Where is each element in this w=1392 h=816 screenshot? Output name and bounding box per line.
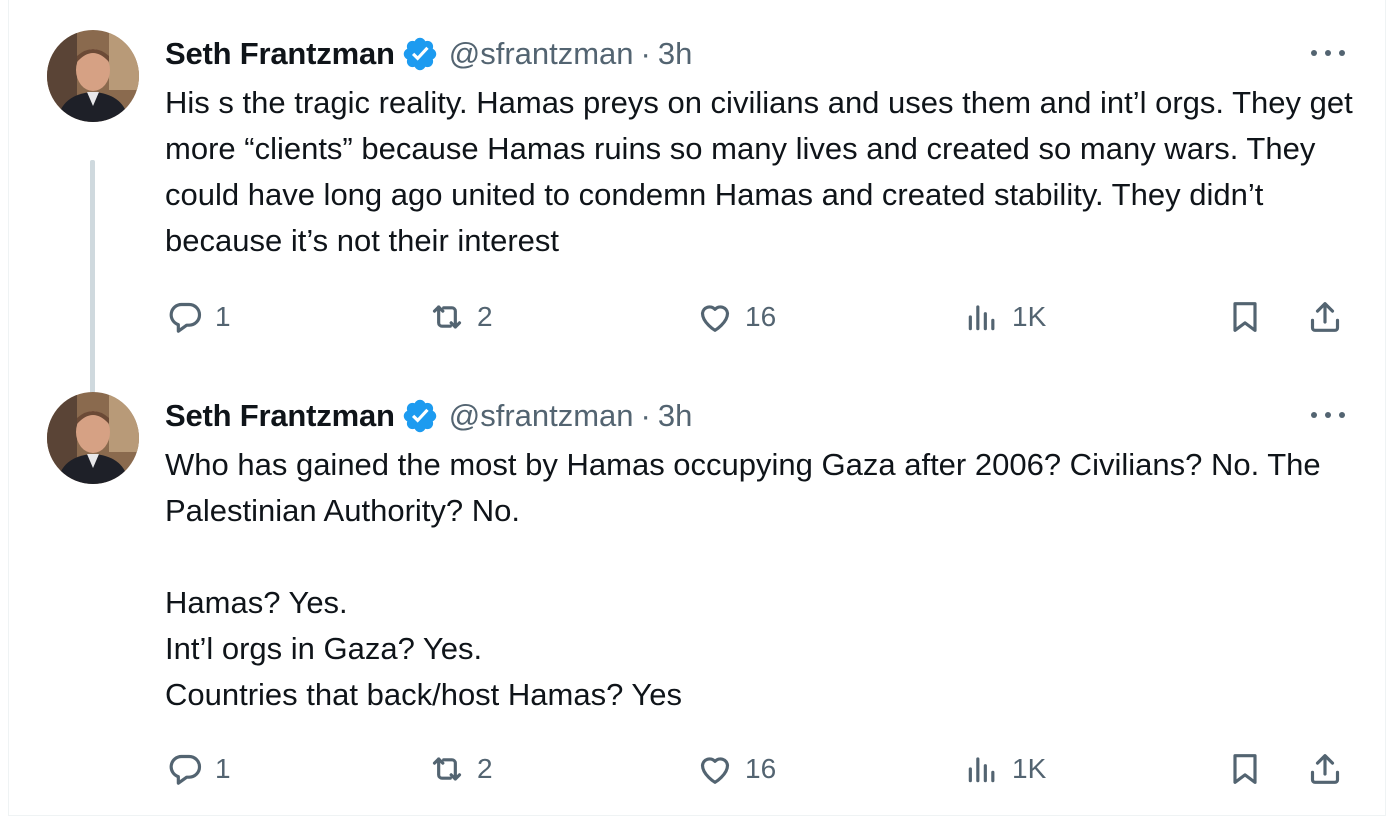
retweet-icon — [432, 757, 462, 781]
share-icon — [1310, 302, 1340, 332]
author-name[interactable]: Seth Frantzman — [165, 398, 395, 434]
more-icon[interactable] — [1308, 402, 1348, 428]
views-icon — [968, 305, 995, 331]
separator-dot: · — [640, 36, 651, 71]
reply-icon — [169, 302, 202, 333]
bookmark-button[interactable] — [1225, 292, 1265, 342]
share-icon — [1310, 754, 1340, 784]
more-icon[interactable] — [1308, 40, 1348, 66]
verified-badge-icon[interactable] — [401, 35, 439, 73]
retweet-count: 2 — [477, 301, 493, 332]
retweet-button[interactable]: 2 — [427, 744, 493, 794]
retweet-button[interactable]: 2 — [427, 292, 493, 342]
bookmark-button[interactable] — [1225, 744, 1265, 794]
views-button[interactable]: 1K — [962, 292, 1046, 342]
like-count: 16 — [745, 753, 777, 784]
share-button[interactable] — [1305, 744, 1345, 794]
thread-connector-line — [90, 160, 95, 410]
reply-count: 1 — [215, 753, 231, 784]
verified-badge-icon[interactable] — [401, 397, 439, 435]
tweet-header: Seth Frantzman @sfrantzman · 3h — [165, 394, 692, 438]
timestamp[interactable]: 3h — [658, 36, 692, 72]
tweet-text: Who has gained the most by Hamas occupyi… — [165, 447, 1321, 712]
reply-icon — [169, 754, 202, 785]
like-button[interactable]: 16 — [695, 292, 776, 342]
tweet[interactable]: Seth Frantzman @sfrantzman · 3h Who has … — [0, 390, 1392, 810]
views-count: 1K — [1012, 301, 1047, 332]
reply-button[interactable]: 1 — [165, 744, 231, 794]
separator-dot: · — [640, 398, 651, 433]
views-icon — [968, 757, 995, 783]
tweet-text: His s the tragic reality. Hamas preys on… — [165, 85, 1362, 258]
share-button[interactable] — [1305, 292, 1345, 342]
reply-button[interactable]: 1 — [165, 292, 231, 342]
tweet-header: Seth Frantzman @sfrantzman · 3h — [165, 32, 692, 76]
author-handle[interactable]: @sfrantzman — [449, 36, 634, 72]
like-count: 16 — [745, 301, 777, 332]
retweet-count: 2 — [477, 753, 493, 784]
action-bar: 1 2 16 1K — [165, 292, 1365, 342]
reply-count: 1 — [215, 301, 231, 332]
like-icon — [700, 757, 730, 784]
author-handle[interactable]: @sfrantzman — [449, 398, 634, 434]
like-button[interactable]: 16 — [695, 744, 776, 794]
views-button[interactable]: 1K — [962, 744, 1046, 794]
bookmark-icon — [1233, 302, 1257, 332]
timestamp[interactable]: 3h — [658, 398, 692, 434]
bookmark-icon — [1233, 754, 1257, 784]
avatar[interactable] — [47, 392, 139, 484]
tweet[interactable]: Seth Frantzman @sfrantzman · 3h His s th… — [0, 28, 1392, 410]
views-count: 1K — [1012, 753, 1047, 784]
action-bar: 1 2 16 1K — [165, 744, 1365, 794]
author-name[interactable]: Seth Frantzman — [165, 36, 395, 72]
avatar[interactable] — [47, 30, 139, 122]
retweet-icon — [432, 305, 462, 329]
like-icon — [700, 305, 730, 332]
